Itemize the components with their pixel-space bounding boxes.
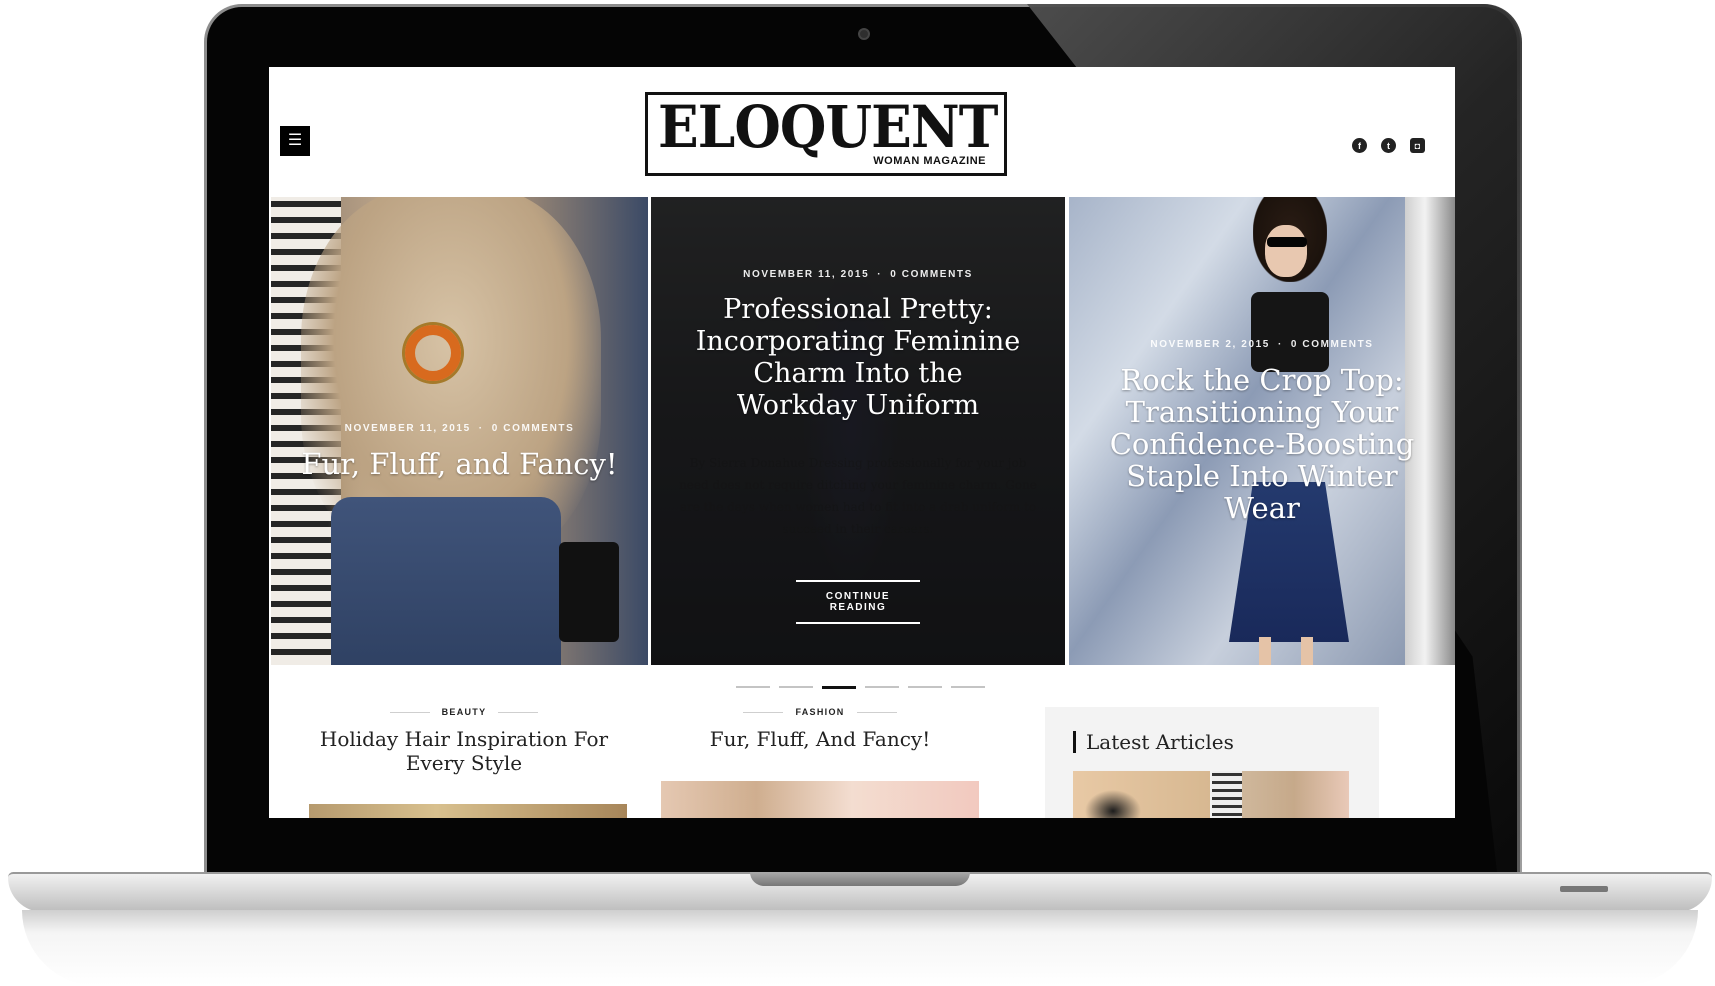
featured-slider: NOVEMBER 11, 2015 · 0 COMMENTS Fur, Fluff,… bbox=[271, 197, 1455, 665]
post-card: FASHION Fur, Fluff, And Fancy! bbox=[661, 707, 979, 751]
slide-comments[interactable]: 0 COMMENTS bbox=[492, 423, 575, 434]
slider-pagination bbox=[736, 685, 985, 689]
social-links: f t ◘ bbox=[1352, 138, 1425, 153]
continue-reading-button[interactable]: CONTINUE READING bbox=[796, 580, 920, 624]
screen: ☰ ELOQUENT WOMAN MAGAZINE f t ◘ NOVEMBER… bbox=[269, 67, 1455, 818]
pager-dot[interactable] bbox=[951, 686, 985, 688]
instagram-icon[interactable]: ◘ bbox=[1410, 138, 1425, 153]
slide-fur-fluff[interactable]: NOVEMBER 11, 2015 · 0 COMMENTS Fur, Fluff,… bbox=[271, 197, 648, 665]
post-card: BEAUTY Holiday Hair Inspiration For Ever… bbox=[305, 707, 623, 775]
slide-comments[interactable]: 0 COMMENTS bbox=[890, 269, 973, 280]
post-title[interactable]: Fur, Fluff, And Fancy! bbox=[661, 727, 979, 751]
slide-title[interactable]: Rock the Crop Top: Transitioning Your Co… bbox=[1092, 364, 1432, 524]
laptop-slot bbox=[1560, 886, 1608, 892]
slide-title[interactable]: Fur, Fluff, and Fancy! bbox=[301, 448, 617, 480]
widget-title: Latest Articles bbox=[1073, 731, 1351, 753]
webcam-icon bbox=[858, 28, 870, 40]
category-link[interactable]: FASHION bbox=[795, 707, 844, 717]
slide-date: NOVEMBER 11, 2015 bbox=[344, 422, 471, 434]
latest-articles-widget: Latest Articles bbox=[1045, 707, 1379, 818]
slide-excerpt: By Sierra Donahue Dressing professionall… bbox=[679, 456, 1037, 536]
pager-dot[interactable] bbox=[865, 686, 899, 688]
slide-date: NOVEMBER 2, 2015 bbox=[1150, 338, 1270, 350]
slide-title[interactable]: Professional Pretty: Incorporating Femin… bbox=[693, 294, 1023, 422]
menu-button[interactable]: ☰ bbox=[280, 126, 310, 156]
slide-caption: NOVEMBER 11, 2015 · 0 COMMENTS Professiona… bbox=[651, 197, 1065, 665]
laptop-bottom bbox=[22, 910, 1698, 986]
slide-caption: NOVEMBER 2, 2015 · 0 COMMENTS Rock the Cro… bbox=[1069, 197, 1455, 665]
post-title[interactable]: Holiday Hair Inspiration For Every Style bbox=[305, 727, 623, 775]
facebook-icon[interactable]: f bbox=[1352, 138, 1367, 153]
category-link[interactable]: BEAUTY bbox=[442, 707, 487, 717]
pager-dot[interactable] bbox=[779, 686, 813, 688]
post-image[interactable] bbox=[309, 804, 627, 818]
logo-subtitle: WOMAN MAGAZINE bbox=[873, 155, 986, 167]
post-category: FASHION bbox=[661, 707, 979, 717]
site-logo[interactable]: ELOQUENT WOMAN MAGAZINE bbox=[645, 92, 1007, 176]
slide-crop-top[interactable]: NOVEMBER 2, 2015 · 0 COMMENTS Rock the Cro… bbox=[1069, 197, 1455, 665]
laptop-notch bbox=[750, 872, 970, 886]
post-image[interactable] bbox=[661, 781, 979, 818]
article-thumbnail[interactable] bbox=[1212, 771, 1349, 818]
article-thumbnail[interactable] bbox=[1073, 771, 1210, 818]
slide-meta: NOVEMBER 11, 2015 · 0 COMMENTS bbox=[743, 269, 973, 280]
pager-dot[interactable] bbox=[736, 686, 770, 688]
hamburger-icon: ☰ bbox=[287, 132, 303, 149]
slide-meta: NOVEMBER 11, 2015 · 0 COMMENTS bbox=[344, 422, 575, 434]
slide-professional-pretty[interactable]: NOVEMBER 11, 2015 · 0 COMMENTS Professiona… bbox=[651, 197, 1065, 665]
post-category: BEAUTY bbox=[305, 707, 623, 717]
logo-word: ELOQUENT bbox=[658, 93, 998, 161]
pager-dot-active[interactable] bbox=[822, 685, 856, 689]
slide-caption: NOVEMBER 11, 2015 · 0 COMMENTS Fur, Fluff,… bbox=[271, 197, 648, 665]
slide-meta: NOVEMBER 2, 2015 · 0 COMMENTS bbox=[1150, 338, 1374, 350]
slide-date: NOVEMBER 11, 2015 bbox=[743, 269, 870, 280]
twitter-icon[interactable]: t bbox=[1381, 138, 1396, 153]
pager-dot[interactable] bbox=[908, 686, 942, 688]
widget-thumbnails bbox=[1073, 771, 1351, 818]
slide-comments[interactable]: 0 COMMENTS bbox=[1291, 339, 1374, 350]
